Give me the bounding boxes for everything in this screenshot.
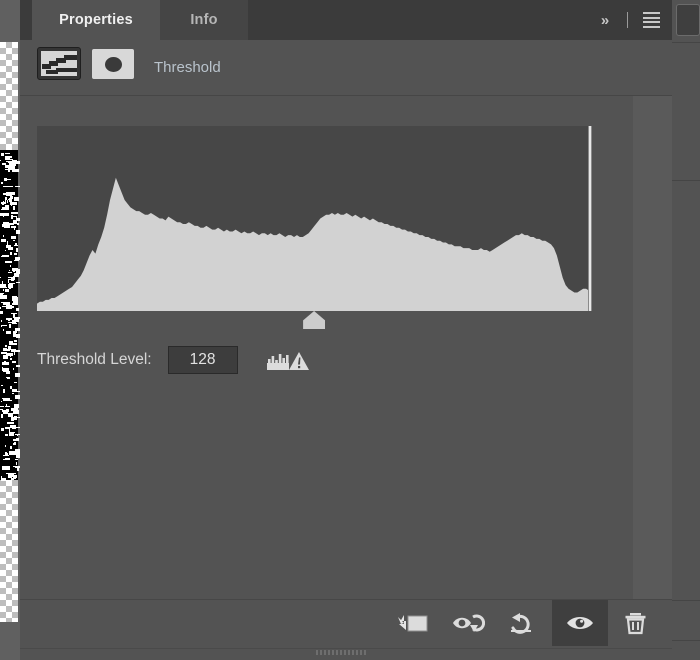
toggle-layer-visibility-button[interactable]	[552, 600, 608, 646]
panel-body: Threshold Level: 128	[20, 96, 672, 641]
panel-tab-bar: Properties Info »	[20, 0, 672, 40]
dock-seam	[672, 600, 700, 601]
dock-panel-button[interactable]	[676, 4, 700, 36]
document-canvas-sliver	[0, 0, 24, 660]
threshold-adjustment-icon[interactable]	[37, 47, 81, 80]
threshold-level-input[interactable]: 128	[167, 346, 238, 374]
dock-seam	[672, 640, 700, 641]
slider-handle-shape	[303, 311, 326, 329]
hamburger-menu-icon[interactable]	[638, 7, 664, 33]
properties-panel: Properties Info » Threshold Threshold Le…	[20, 0, 672, 660]
panel-resize-grip[interactable]	[316, 650, 366, 655]
histogram-curve	[37, 177, 589, 311]
delete-adjustment-layer-button[interactable]	[608, 600, 664, 646]
collapsed-panel-dock[interactable]	[671, 0, 700, 660]
warning-glyph	[266, 352, 309, 370]
clip-to-layer-button[interactable]	[384, 600, 440, 646]
eye-icon	[567, 617, 593, 629]
dock-seam	[672, 42, 700, 43]
collapse-panel-icon[interactable]: »	[591, 7, 617, 33]
reset-adjustment-button[interactable]	[496, 600, 552, 646]
eye-with-arrow-icon	[453, 614, 485, 632]
adjustment-header-row: Threshold	[20, 40, 672, 96]
view-previous-state-button[interactable]	[440, 600, 496, 646]
histogram-end-marker	[588, 126, 592, 311]
panel-header-icons: »	[591, 0, 664, 40]
histogram-warning-icon[interactable]	[266, 347, 310, 373]
footer-button-row	[384, 600, 664, 646]
histogram-plot[interactable]	[37, 126, 589, 311]
photoshop-properties-panel-screenshot: Properties Info » Threshold Threshold Le…	[0, 0, 700, 660]
panel-footer-toolbar	[20, 599, 672, 660]
threshold-slider-track[interactable]	[37, 311, 607, 333]
panel-scrollbar-track[interactable]	[633, 96, 672, 641]
footer-seam	[20, 648, 672, 649]
trash-icon	[625, 613, 646, 635]
tab-info[interactable]: Info	[160, 0, 248, 40]
tab-properties[interactable]: Properties	[32, 0, 160, 40]
adjustment-title: Threshold	[154, 59, 221, 76]
thresholded-artwork	[0, 150, 24, 481]
header-divider	[627, 12, 628, 28]
dock-seam	[672, 180, 700, 181]
threshold-level-label: Threshold Level:	[37, 351, 152, 368]
reset-arrow-icon	[511, 613, 531, 634]
histogram-area	[37, 126, 607, 311]
layer-mask-icon[interactable]	[92, 49, 134, 79]
mask-shape	[104, 56, 122, 72]
threshold-level-row: Threshold Level: 128	[37, 344, 310, 376]
panel-body-inner: Threshold Level: 128	[20, 96, 633, 641]
clip-to-layer-icon	[398, 615, 428, 632]
